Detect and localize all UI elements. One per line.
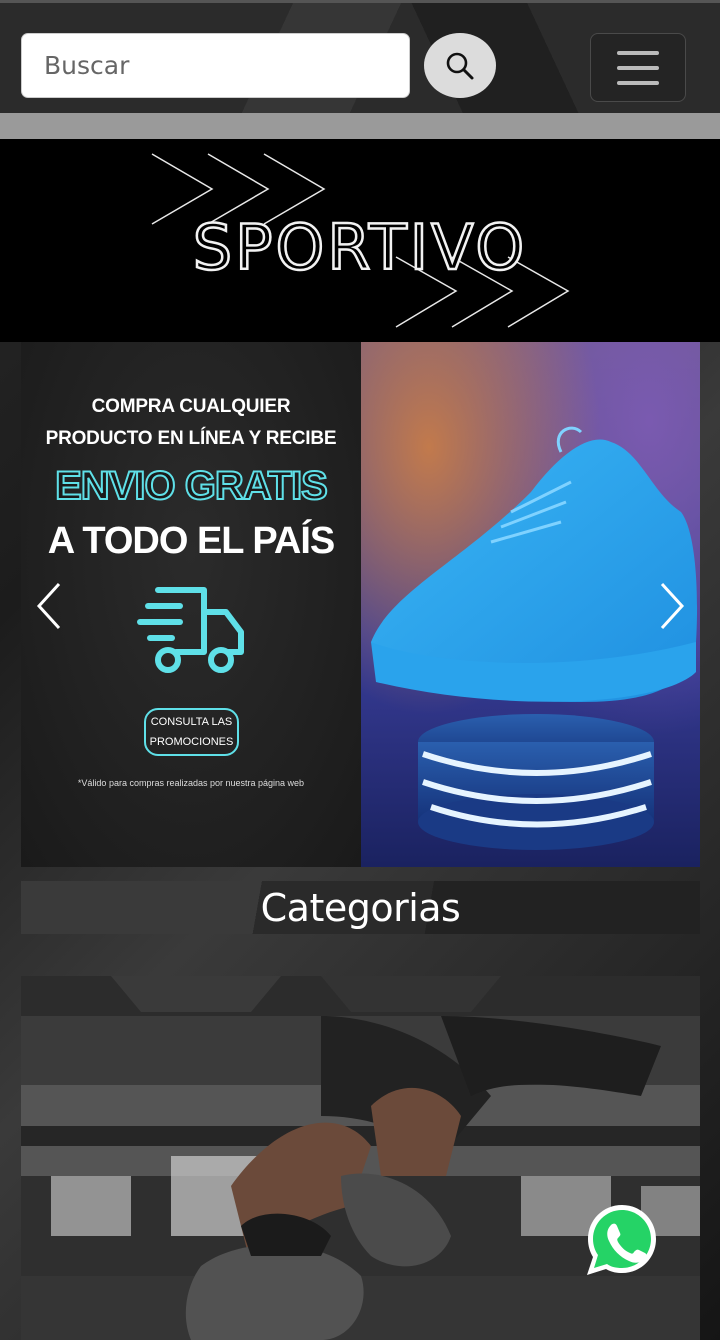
categories-heading: Categorias <box>21 881 700 934</box>
category-image <box>21 976 700 1340</box>
logo-text: SPORTIVO <box>192 210 528 286</box>
promo-slide-text: COMPRA CUALQUIER PRODUCTO EN LÍNEA Y REC… <box>21 342 361 867</box>
promo-line-2: PRODUCTO EN LÍNEA Y RECIBE <box>45 428 337 449</box>
hamburger-menu-icon <box>617 50 659 55</box>
promo-disclaimer: *Válido para compras realizadas por nues… <box>77 778 305 788</box>
promo-headline: ENVIO GRATIS <box>54 463 329 509</box>
promo-line-1: COMPRA CUALQUIER <box>91 396 291 417</box>
hamburger-menu-button[interactable] <box>590 33 686 102</box>
promotions-button[interactable]: CONSULTA LAS PROMOCIONES <box>144 708 239 756</box>
search-button[interactable] <box>424 33 496 98</box>
promotions-button-line-2: PROMOCIONES <box>149 736 234 748</box>
promo-carousel[interactable]: COMPRA CUALQUIER PRODUCTO EN LÍNEA Y REC… <box>21 342 700 867</box>
whatsapp-button[interactable] <box>583 1201 661 1279</box>
divider-strip <box>0 113 720 139</box>
search-input[interactable] <box>21 33 410 98</box>
chevron-right-icon <box>660 582 685 630</box>
promotions-button-line-1: CONSULTA LAS <box>150 716 233 728</box>
promo-subheadline: A TODO EL PAÍS <box>47 520 336 562</box>
delivery-truck-icon <box>137 587 244 673</box>
brand-logo-banner[interactable]: SPORTIVO <box>0 139 720 342</box>
sneaker-image <box>371 426 698 850</box>
top-navbar <box>0 0 720 113</box>
category-card[interactable] <box>21 976 700 1340</box>
whatsapp-icon <box>587 1205 656 1275</box>
promo-slide-image <box>361 342 700 867</box>
carousel-next-button[interactable] <box>652 580 692 632</box>
chevron-left-icon <box>36 582 61 630</box>
carousel-prev-button[interactable] <box>29 580 69 632</box>
search-icon <box>446 52 474 79</box>
